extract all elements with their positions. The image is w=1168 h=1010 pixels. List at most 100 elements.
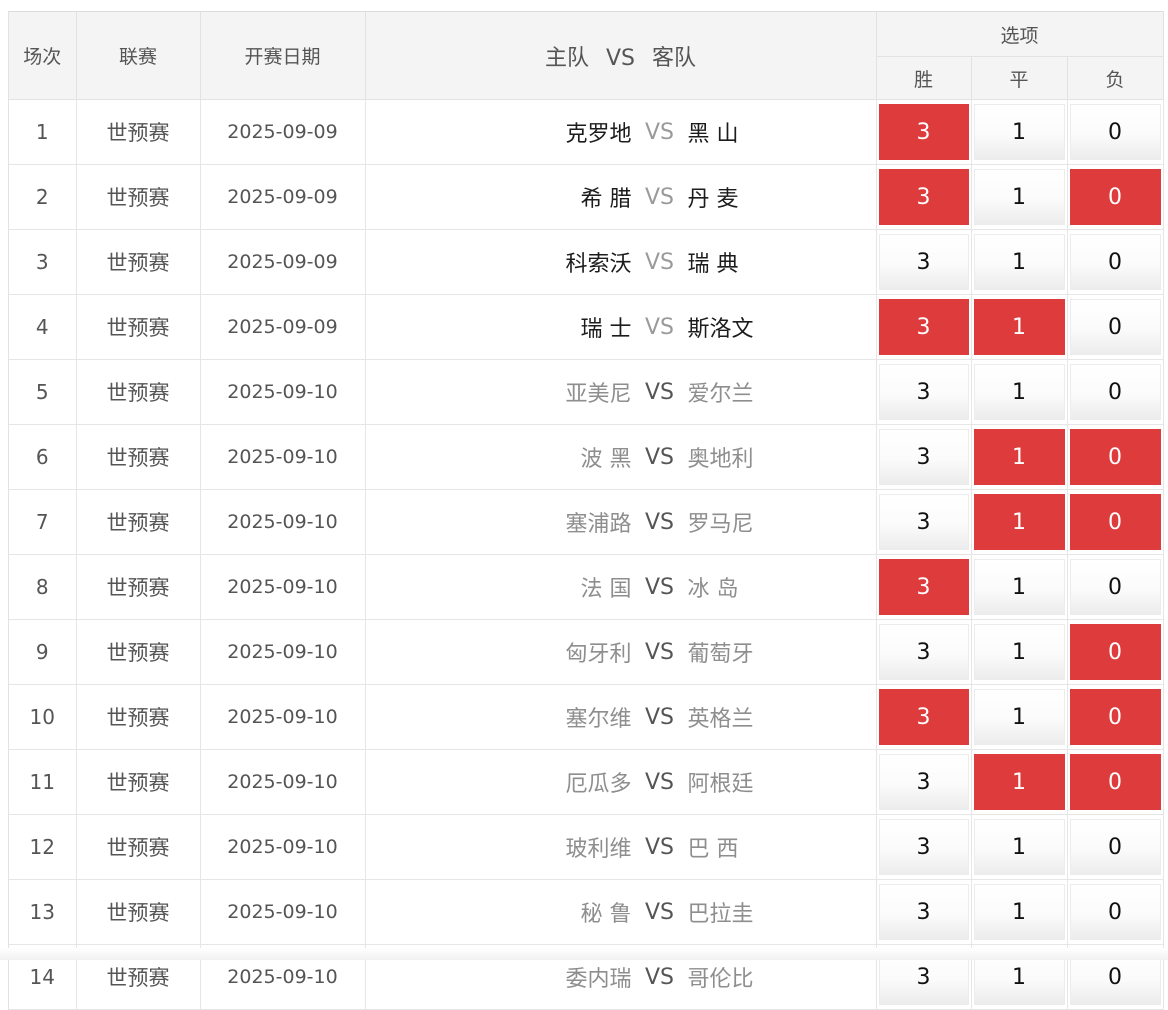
match-index: 13: [9, 879, 77, 945]
home-team: 塞尔维: [565, 707, 632, 732]
option-lose-button[interactable]: 0: [1069, 494, 1161, 550]
match-teams: 克罗地 VS 黑 山: [365, 99, 877, 165]
vs-label: VS: [644, 509, 674, 535]
league-name: 世预赛: [76, 99, 201, 165]
league-name: 世预赛: [76, 879, 201, 945]
option-cell-win: 3: [876, 554, 972, 620]
vs-label: VS: [644, 119, 674, 145]
home-team: 委内瑞: [565, 967, 632, 992]
vs-label: VS: [644, 314, 674, 340]
header-index: 场次: [9, 12, 77, 100]
table-row: 9 世预赛 2025-09-10 匈牙利 VS 葡萄牙 3 1 0: [9, 619, 1164, 685]
header-match: 主队 VS 客队: [365, 12, 877, 100]
option-cell-draw: 1: [971, 489, 1068, 555]
option-draw-button[interactable]: 1: [973, 754, 1065, 810]
match-index: 12: [9, 814, 77, 880]
home-team: 希 腊: [580, 187, 632, 212]
table-row: 13 世预赛 2025-09-10 秘 鲁 VS 巴拉圭 3 1 0: [9, 879, 1164, 945]
option-cell-win: 3: [876, 99, 972, 165]
option-cell-win: 3: [876, 359, 972, 425]
option-win-button[interactable]: 3: [878, 364, 969, 420]
option-draw-button[interactable]: 1: [973, 169, 1065, 225]
option-lose-button[interactable]: 0: [1069, 689, 1161, 745]
option-cell-win: 3: [876, 424, 972, 490]
vs-label: VS: [644, 704, 674, 730]
bottom-shadow: [0, 948, 1168, 960]
option-cell-draw: 1: [971, 424, 1068, 490]
option-cell-lose: 0: [1067, 359, 1164, 425]
option-cell-win: 3: [876, 879, 972, 945]
option-win-button[interactable]: 3: [878, 754, 969, 810]
match-date: 2025-09-10: [200, 359, 366, 425]
match-date: 2025-09-10: [200, 879, 366, 945]
option-lose-button[interactable]: 0: [1069, 364, 1161, 420]
away-team: 瑞 典: [687, 252, 739, 277]
match-date: 2025-09-10: [200, 749, 366, 815]
away-team: 哥伦比: [687, 967, 754, 992]
option-win-button[interactable]: 3: [878, 624, 969, 680]
away-team: 葡萄牙: [687, 642, 754, 667]
table-row: 6 世预赛 2025-09-10 波 黑 VS 奥地利 3 1 0: [9, 424, 1164, 490]
option-cell-lose: 0: [1067, 489, 1164, 555]
table-row: 11 世预赛 2025-09-10 厄瓜多 VS 阿根廷 3 1 0: [9, 749, 1164, 815]
option-draw-button[interactable]: 1: [973, 494, 1065, 550]
option-win-button[interactable]: 3: [878, 884, 969, 940]
option-win-button[interactable]: 3: [878, 104, 969, 160]
option-lose-button[interactable]: 0: [1069, 754, 1161, 810]
match-teams: 匈牙利 VS 葡萄牙: [365, 619, 877, 685]
option-draw-button[interactable]: 1: [973, 234, 1065, 290]
option-draw-button[interactable]: 1: [973, 104, 1065, 160]
option-cell-win: 3: [876, 814, 972, 880]
option-lose-button[interactable]: 0: [1069, 884, 1161, 940]
away-team: 罗马尼: [687, 512, 754, 537]
option-lose-button[interactable]: 0: [1069, 234, 1161, 290]
vs-label: VS: [644, 639, 674, 665]
vs-label: VS: [644, 444, 674, 470]
option-cell-draw: 1: [971, 294, 1068, 360]
option-cell-lose: 0: [1067, 294, 1164, 360]
option-win-button[interactable]: 3: [878, 559, 969, 615]
option-draw-button[interactable]: 1: [973, 819, 1065, 875]
option-cell-lose: 0: [1067, 749, 1164, 815]
option-lose-button[interactable]: 0: [1069, 429, 1161, 485]
home-team: 亚美尼: [565, 382, 632, 407]
header-league: 联赛: [76, 12, 201, 100]
match-date: 2025-09-09: [200, 294, 366, 360]
match-index: 8: [9, 554, 77, 620]
away-team: 巴 西: [687, 837, 739, 862]
option-win-button[interactable]: 3: [878, 494, 969, 550]
option-lose-button[interactable]: 0: [1069, 559, 1161, 615]
option-draw-button[interactable]: 1: [973, 884, 1065, 940]
option-draw-button[interactable]: 1: [973, 559, 1065, 615]
match-teams: 波 黑 VS 奥地利: [365, 424, 877, 490]
option-cell-win: 3: [876, 164, 972, 230]
option-win-button[interactable]: 3: [878, 689, 969, 745]
option-lose-button[interactable]: 0: [1069, 819, 1161, 875]
league-name: 世预赛: [76, 554, 201, 620]
home-team: 波 黑: [580, 447, 632, 472]
option-draw-button[interactable]: 1: [973, 689, 1065, 745]
option-lose-button[interactable]: 0: [1069, 104, 1161, 160]
option-lose-button[interactable]: 0: [1069, 299, 1161, 355]
table-row: 12 世预赛 2025-09-10 玻利维 VS 巴 西 310: [9, 814, 1164, 880]
option-draw-button[interactable]: 1: [973, 364, 1065, 420]
option-win-button[interactable]: 3: [878, 234, 969, 290]
option-draw-button[interactable]: 1: [973, 429, 1065, 485]
option-cell-draw: 1: [971, 814, 1068, 880]
option-win-button[interactable]: 3: [878, 299, 969, 355]
option-win-button[interactable]: 3: [878, 819, 969, 875]
option-cell-lose: 0: [1067, 229, 1164, 295]
match-date: 2025-09-09: [200, 99, 366, 165]
option-cell-win: 3: [876, 619, 972, 685]
option-lose-button[interactable]: 0: [1069, 624, 1161, 680]
vs-label: VS: [644, 834, 674, 860]
option-cell-win: 3: [876, 684, 972, 750]
option-lose-button[interactable]: 0: [1069, 169, 1161, 225]
option-cell-draw: 1: [971, 619, 1068, 685]
match-teams: 秘 鲁 VS 巴拉圭: [365, 879, 877, 945]
option-win-button[interactable]: 3: [878, 429, 969, 485]
option-draw-button[interactable]: 1: [973, 299, 1065, 355]
option-draw-button[interactable]: 1: [973, 624, 1065, 680]
option-win-button[interactable]: 3: [878, 169, 969, 225]
match-date: 2025-09-10: [200, 619, 366, 685]
